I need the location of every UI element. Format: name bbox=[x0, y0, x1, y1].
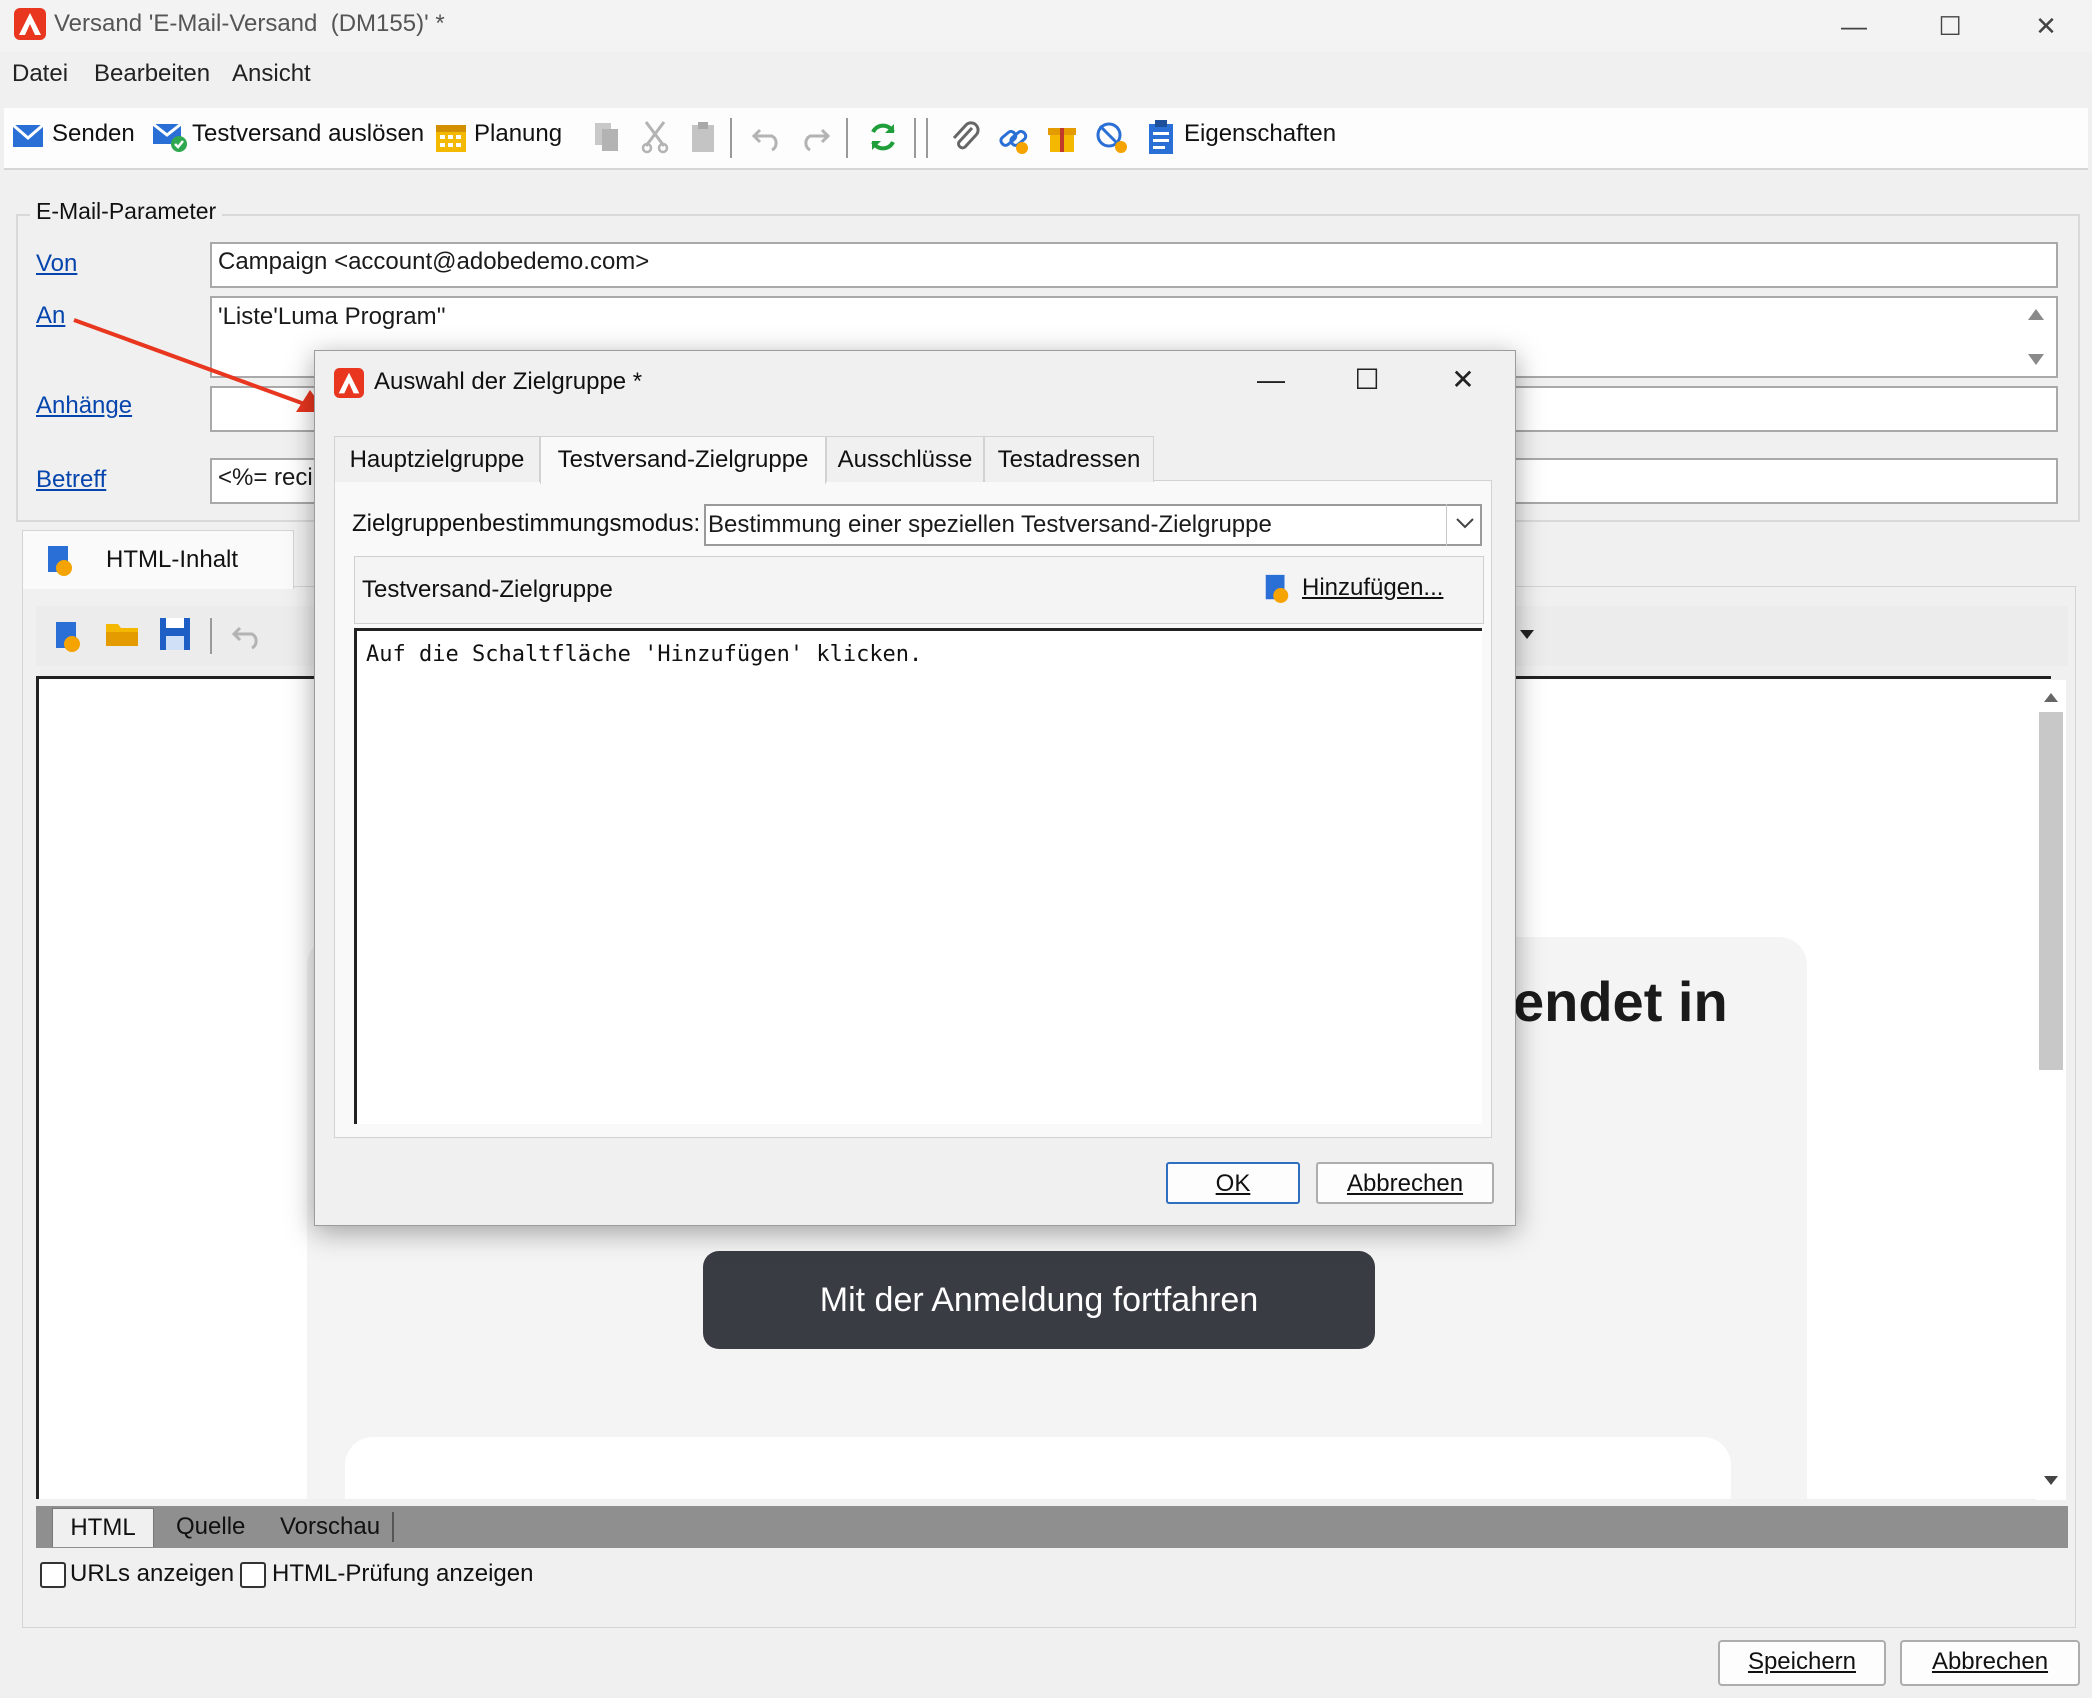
minimize-button[interactable]: — bbox=[1824, 4, 1884, 48]
targeting-mode-dropdown[interactable] bbox=[1446, 504, 1483, 546]
toolbar-separator bbox=[926, 118, 928, 158]
chevron-down-icon bbox=[1456, 518, 1474, 529]
undo-icon[interactable] bbox=[750, 122, 784, 152]
redo-icon[interactable] bbox=[798, 122, 832, 152]
dialog-ok-button[interactable]: OK bbox=[1166, 1162, 1300, 1204]
dialog-app-logo-icon bbox=[334, 368, 364, 398]
editor-scrollbar-thumb[interactable] bbox=[2039, 712, 2063, 1070]
save-disk-icon[interactable] bbox=[158, 616, 192, 652]
editor-undo-icon[interactable] bbox=[230, 620, 264, 650]
view-tab-html[interactable]: HTML bbox=[52, 1508, 154, 1547]
proof-button[interactable]: Testversand auslösen bbox=[192, 120, 424, 148]
add-target-icon[interactable] bbox=[1262, 570, 1292, 606]
view-tab-source[interactable]: Quelle bbox=[176, 1508, 245, 1546]
subject-link[interactable]: Betreff bbox=[36, 466, 106, 494]
to-field-scroll-up-icon[interactable] bbox=[2026, 306, 2046, 322]
proof-target-hint: Auf die Schaltfläche 'Hinzufügen' klicke… bbox=[366, 642, 923, 667]
save-button[interactable]: Speichern bbox=[1718, 1640, 1886, 1686]
dialog-maximize-button[interactable]: ☐ bbox=[1340, 358, 1394, 402]
proof-target-header-label: Testversand-Zielgruppe bbox=[362, 576, 613, 603]
refresh-icon[interactable] bbox=[866, 120, 900, 154]
dialog-close-button[interactable]: ✕ bbox=[1436, 358, 1490, 402]
open-folder-icon[interactable] bbox=[104, 618, 140, 650]
email-preview-cta-button[interactable]: Mit der Anmeldung fortfahren bbox=[703, 1251, 1375, 1349]
title-bar: Versand 'E-Mail-Versand (DM155)' * — ☐ ✕ bbox=[0, 0, 2092, 52]
send-button[interactable]: Senden bbox=[52, 120, 135, 148]
view-tab-preview[interactable]: Vorschau bbox=[280, 1508, 380, 1546]
scroll-up-arrow-icon[interactable] bbox=[2042, 690, 2060, 704]
email-preview-inner-card bbox=[345, 1437, 1731, 1499]
dialog-title: Auswahl der Zielgruppe * bbox=[374, 368, 643, 395]
maximize-button[interactable]: ☐ bbox=[1920, 4, 1980, 48]
dialog-ok-label: OK bbox=[1215, 1170, 1251, 1197]
dialog-cancel-label: Abbrechen bbox=[1346, 1170, 1464, 1197]
view-tabs-separator bbox=[392, 1512, 394, 1542]
show-html-check-label: HTML-Prüfung anzeigen bbox=[272, 1560, 534, 1587]
annotation-arrow bbox=[73, 318, 326, 412]
window-title: Versand 'E-Mail-Versand (DM155)' * bbox=[54, 10, 445, 37]
email-parameters-legend: E-Mail-Parameter bbox=[30, 198, 223, 225]
menu-datei[interactable]: Datei bbox=[12, 60, 68, 88]
toolbar-separator bbox=[730, 118, 732, 158]
cut-icon[interactable] bbox=[640, 120, 670, 154]
app-logo-icon bbox=[14, 8, 46, 40]
properties-icon[interactable] bbox=[1146, 118, 1176, 156]
new-document-icon[interactable] bbox=[52, 618, 84, 654]
proof-target-list[interactable] bbox=[354, 628, 1482, 1124]
from-link[interactable]: Von bbox=[36, 250, 77, 278]
menu-ansicht[interactable]: Ansicht bbox=[232, 60, 311, 88]
send-mail-icon[interactable] bbox=[12, 122, 46, 150]
add-button-label: Hinzufügen... bbox=[1302, 574, 1444, 601]
html-content-tab-label: HTML-Inhalt bbox=[106, 546, 239, 573]
attachment-icon[interactable] bbox=[948, 120, 982, 156]
cancel-button-label: Abbrechen bbox=[1931, 1648, 2049, 1675]
tab-testadressen[interactable]: Testadressen bbox=[984, 436, 1154, 482]
editor-toolbar-separator bbox=[210, 618, 212, 654]
save-button-label: Speichern bbox=[1747, 1648, 1857, 1675]
to-field-scroll-down-icon[interactable] bbox=[2026, 352, 2046, 368]
tab-ausschluesse[interactable]: Ausschlüsse bbox=[826, 436, 984, 482]
targeting-mode-select[interactable]: Bestimmung einer speziellen Testversand-… bbox=[704, 504, 1482, 546]
tab-hauptzielgruppe[interactable]: Hauptzielgruppe bbox=[334, 436, 540, 482]
show-html-check-checkbox[interactable] bbox=[240, 1562, 266, 1588]
dialog-cancel-button[interactable]: Abbrechen bbox=[1316, 1162, 1494, 1204]
email-preview-heading: endet in bbox=[1513, 970, 1728, 1033]
editor-dropdown-arrow-icon[interactable] bbox=[1518, 628, 1536, 642]
proof-mail-icon[interactable] bbox=[152, 120, 188, 152]
show-urls-label: URLs anzeigen bbox=[70, 1560, 235, 1587]
toolbar-separator bbox=[846, 118, 848, 158]
copy-icon[interactable] bbox=[592, 120, 622, 154]
paste-icon[interactable] bbox=[688, 120, 718, 154]
close-window-button[interactable]: ✕ bbox=[2016, 4, 2076, 48]
properties-button[interactable]: Eigenschaften bbox=[1184, 120, 1336, 148]
menu-bar: Datei Bearbeiten Ansicht bbox=[0, 56, 2092, 96]
dialog-minimize-button[interactable]: — bbox=[1244, 358, 1298, 402]
tab-testversand-zielgruppe[interactable]: Testversand-Zielgruppe bbox=[540, 436, 826, 484]
html-content-icon bbox=[48, 546, 72, 576]
offer-gift-icon[interactable] bbox=[1046, 120, 1078, 154]
link-icon[interactable] bbox=[996, 120, 1032, 156]
main-toolbar: Senden Testversand auslösen Planung Eige… bbox=[4, 108, 2088, 170]
show-urls-checkbox[interactable] bbox=[40, 1562, 66, 1588]
targeting-mode-label: Zielgruppenbestimmungsmodus: bbox=[352, 510, 701, 537]
tracking-icon[interactable] bbox=[1094, 120, 1130, 156]
scroll-down-arrow-icon[interactable] bbox=[2042, 1474, 2060, 1488]
cancel-button[interactable]: Abbrechen bbox=[1900, 1640, 2080, 1686]
schedule-button[interactable]: Planung bbox=[474, 120, 562, 148]
add-button[interactable]: Hinzufügen... bbox=[1302, 574, 1443, 602]
menu-bearbeiten[interactable]: Bearbeiten bbox=[94, 60, 210, 88]
from-field[interactable]: Campaign <account@adobedemo.com> bbox=[210, 242, 2058, 288]
calendar-icon[interactable] bbox=[434, 120, 468, 154]
toolbar-separator bbox=[914, 118, 916, 158]
